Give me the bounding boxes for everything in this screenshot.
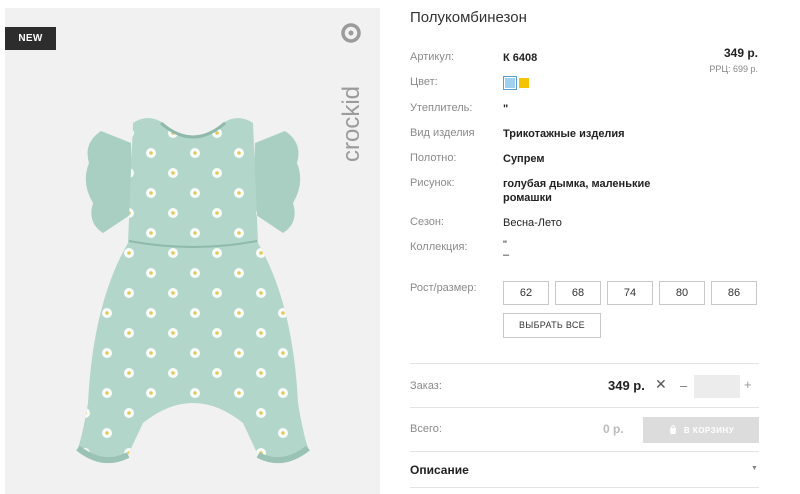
- divider: [410, 487, 759, 488]
- add-to-cart-button[interactable]: В КОРЗИНУ: [643, 417, 759, 443]
- fabric-value: Супрем: [503, 153, 545, 165]
- size-label: Рост/размер:: [410, 282, 477, 294]
- order-price: 349 р.: [608, 378, 645, 393]
- description-toggle[interactable]: Описание: [410, 463, 469, 477]
- collection-label: Коллекция:: [410, 241, 468, 253]
- insulation-label: Утеплитель:: [410, 102, 473, 114]
- insulation-value: ": [503, 103, 509, 115]
- size-option-68[interactable]: 68: [555, 281, 601, 305]
- add-to-cart-label: В КОРЗИНУ: [683, 425, 735, 435]
- quantity-decrease-button[interactable]: –: [680, 378, 687, 393]
- new-badge: NEW: [5, 27, 56, 50]
- brand-logo-text: crockid: [338, 86, 365, 162]
- order-label: Заказ:: [410, 380, 442, 392]
- color-swatch-yellow[interactable]: [519, 78, 529, 88]
- brand-logo: crockid: [338, 23, 365, 162]
- product-title: Полукомбинезон: [410, 9, 527, 26]
- color-label: Цвет:: [410, 76, 438, 88]
- divider: [410, 451, 759, 452]
- remove-order-icon[interactable]: ✕: [655, 376, 667, 393]
- product-rrp: РРЦ: 699 р.: [709, 64, 758, 74]
- quantity-input[interactable]: [694, 375, 740, 398]
- size-option-80[interactable]: 80: [659, 281, 705, 305]
- pattern-label: Рисунок:: [410, 177, 455, 189]
- divider: [410, 363, 759, 364]
- article-value: К 6408: [503, 52, 538, 64]
- season-label: Сезон:: [410, 216, 444, 228]
- chevron-down-icon[interactable]: ▼: [751, 465, 758, 472]
- article-label: Артикул:: [410, 51, 455, 63]
- season-value: Весна-Лето: [503, 217, 562, 229]
- pattern-value: голубая дымка, маленькие ромашки: [503, 178, 651, 204]
- size-option-86[interactable]: 86: [711, 281, 757, 305]
- color-swatch-blue[interactable]: [503, 76, 517, 90]
- cart-icon: [669, 425, 676, 434]
- product-price: 349 р.: [723, 46, 758, 60]
- size-option-62[interactable]: 62: [503, 281, 549, 305]
- total-label: Всего:: [410, 423, 442, 435]
- divider: [410, 407, 759, 408]
- total-value: 0 р.: [603, 422, 624, 436]
- romper-image: [76, 118, 310, 464]
- fabric-label: Полотно:: [410, 152, 457, 164]
- collection-value-2: –: [503, 249, 510, 261]
- size-option-74[interactable]: 74: [607, 281, 653, 305]
- product-type-label: Вид изделия: [410, 127, 475, 139]
- product-type-value: Трикотажные изделия: [503, 128, 625, 140]
- product-photo[interactable]: NEW crockid: [5, 8, 380, 494]
- select-all-sizes-button[interactable]: ВЫБРАТЬ ВСЕ: [503, 313, 601, 338]
- quantity-increase-button[interactable]: +: [744, 377, 752, 392]
